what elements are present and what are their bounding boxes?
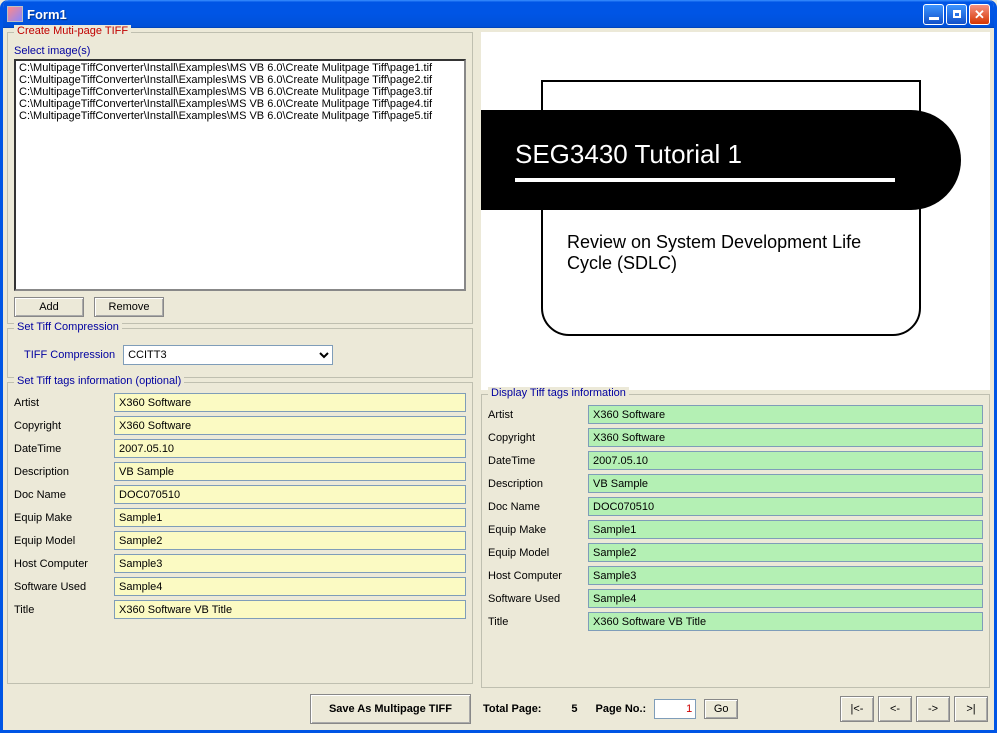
tag-display-software-used[interactable] [588,589,983,608]
prev-page-button[interactable]: <- [878,696,912,722]
tag-input-description[interactable] [114,462,466,481]
tag-display-copyright[interactable] [588,428,983,447]
tag-label: Software Used [14,581,114,593]
tag-label: Description [14,466,114,478]
minimize-button[interactable] [923,4,944,25]
tag-display-doc-name[interactable] [588,497,983,516]
window-title: Form1 [27,7,923,22]
slide-title-rule [515,178,895,182]
compression-label: TIFF Compression [24,349,115,361]
close-icon: ✕ [974,8,985,21]
tag-input-datetime[interactable] [114,439,466,458]
slide-title: SEG3430 Tutorial 1 [515,139,921,170]
file-list-item[interactable]: C:\MultipageTiffConverter\Install\Exampl… [17,62,463,74]
set-tags-legend: Set Tiff tags information (optional) [14,375,184,387]
tag-label: Title [14,604,114,616]
page-no-label: Page No.: [595,703,646,715]
footer-row: Total Page: 5 Page No.: Go |<- <- -> >| [479,690,992,728]
last-page-button[interactable]: >| [954,696,988,722]
display-tags-legend: Display Tiff tags information [488,387,629,399]
tag-input-doc-name[interactable] [114,485,466,504]
tag-label: Host Computer [14,558,114,570]
tag-label: DateTime [488,455,588,467]
tag-label: Host Computer [488,570,588,582]
app-icon [7,6,23,22]
next-page-button[interactable]: -> [916,696,950,722]
total-page-label: Total Page: [483,703,541,715]
tag-display-description[interactable] [588,474,983,493]
tag-label: Equip Model [488,547,588,559]
slide-subtitle: Review on System Development Life Cycle … [567,232,907,274]
create-group-legend: Create Muti-page TIFF [14,25,131,37]
file-list-item[interactable]: C:\MultipageTiffConverter\Install\Exampl… [17,74,463,86]
slide-title-band: SEG3430 Tutorial 1 [481,110,961,210]
tag-input-software-used[interactable] [114,577,466,596]
tag-label: DateTime [14,443,114,455]
tag-label: Doc Name [488,501,588,513]
maximize-button[interactable] [946,4,967,25]
total-page-value: 5 [549,703,577,715]
tag-label: Equip Make [14,512,114,524]
compression-select[interactable]: CCITT3 [123,345,333,365]
tag-label: Title [488,616,588,628]
preview-slide: SEG3430 Tutorial 1 Review on System Deve… [481,32,990,390]
tag-input-equip-make[interactable] [114,508,466,527]
close-button[interactable]: ✕ [969,4,990,25]
select-images-label: Select image(s) [14,45,466,57]
tag-label: Equip Model [14,535,114,547]
page-no-input[interactable] [654,699,696,719]
tag-input-artist[interactable] [114,393,466,412]
app-window: Form1 ✕ Create Muti-page TIFF Select ima… [0,0,997,733]
tag-display-host-computer[interactable] [588,566,983,585]
tag-label: Equip Make [488,524,588,536]
remove-button[interactable]: Remove [94,297,164,317]
compression-legend: Set Tiff Compression [14,321,122,333]
tag-display-artist[interactable] [588,405,983,424]
titlebar[interactable]: Form1 ✕ [3,0,994,28]
go-button[interactable]: Go [704,699,738,719]
tag-label: Description [488,478,588,490]
set-tags-group: Set Tiff tags information (optional) Art… [7,382,473,684]
tag-display-title[interactable] [588,612,983,631]
compression-group: Set Tiff Compression TIFF Compression CC… [7,328,473,378]
file-listbox[interactable]: C:\MultipageTiffConverter\Install\Exampl… [14,59,466,291]
tag-label: Software Used [488,593,588,605]
file-list-item[interactable]: C:\MultipageTiffConverter\Install\Exampl… [17,86,463,98]
tag-display-equip-model[interactable] [588,543,983,562]
file-list-item[interactable]: C:\MultipageTiffConverter\Install\Exampl… [17,98,463,110]
tag-label: Artist [14,397,114,409]
tag-input-host-computer[interactable] [114,554,466,573]
tag-display-datetime[interactable] [588,451,983,470]
tag-input-equip-model[interactable] [114,531,466,550]
save-multipage-button[interactable]: Save As Multipage TIFF [310,694,471,724]
tag-label: Copyright [14,420,114,432]
tag-label: Doc Name [14,489,114,501]
tag-display-equip-make[interactable] [588,520,983,539]
tag-label: Copyright [488,432,588,444]
tag-label: Artist [488,409,588,421]
tag-input-copyright[interactable] [114,416,466,435]
add-button[interactable]: Add [14,297,84,317]
create-multipage-group: Create Muti-page TIFF Select image(s) C:… [7,32,473,324]
display-tags-group: Display Tiff tags information ArtistCopy… [481,394,990,688]
file-list-item[interactable]: C:\MultipageTiffConverter\Install\Exampl… [17,110,463,122]
preview-pane: SEG3430 Tutorial 1 Review on System Deve… [481,32,990,390]
tag-input-title[interactable] [114,600,466,619]
first-page-button[interactable]: |<- [840,696,874,722]
